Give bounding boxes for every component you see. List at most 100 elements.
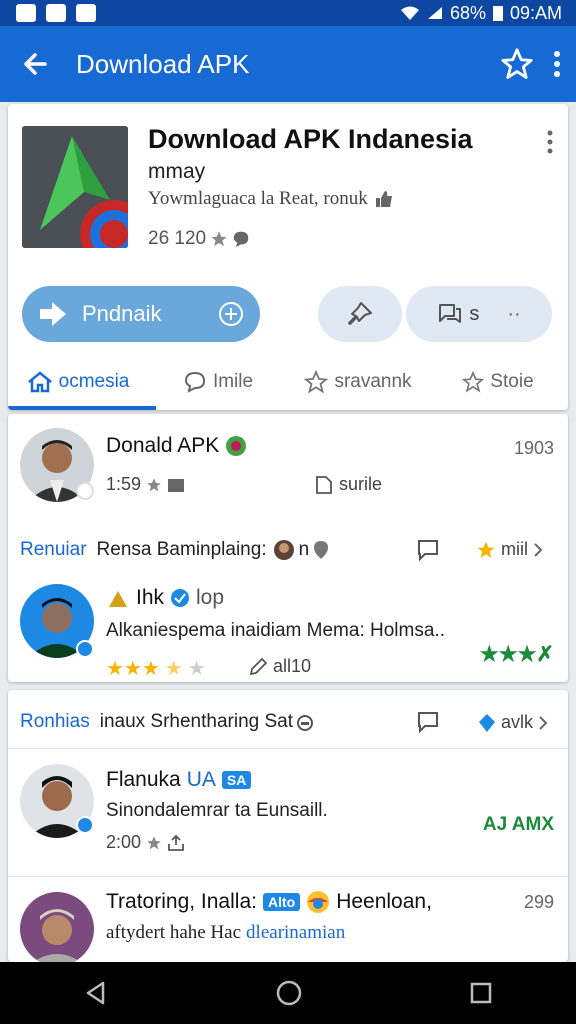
feed-card: Donald APK 1903 1:59 surile Renuiar Rens… (8, 414, 568, 682)
tab-store[interactable]: Stoie (428, 354, 568, 410)
divider (8, 748, 568, 749)
row-tag: lop (196, 586, 225, 609)
tab-home[interactable]: ocmesia (8, 354, 148, 410)
battery-icon (492, 6, 503, 21)
emoji-icon (226, 436, 247, 456)
app-bar-title: Download APK (76, 48, 250, 79)
app-name: Download APK Indanesia (148, 124, 473, 154)
image-icon (168, 478, 185, 492)
wifi-icon (400, 6, 419, 20)
chevron-right-icon (534, 542, 543, 557)
tab-reviews-label: sravannk (334, 371, 412, 392)
row-title: Donald APK (106, 434, 220, 457)
notification-icon (16, 4, 36, 22)
dots-icon: ·· (507, 302, 521, 325)
list-item[interactable]: Tratoring, Inalla: Alto Heenloan, 299 af… (8, 878, 568, 962)
row-badge: Alto (262, 893, 301, 911)
upload-icon (168, 834, 184, 851)
avatar (20, 892, 94, 962)
row-title: Flanuka (106, 768, 181, 791)
list-item[interactable]: Ihk lop Alkaniespema inaidiam Mema: Holm… (8, 576, 568, 682)
comment-icon[interactable] (416, 710, 440, 734)
section-link[interactable]: Ronhias (20, 711, 90, 733)
install-button[interactable]: Pndnaik (22, 286, 260, 342)
arrow-right-icon (40, 302, 66, 326)
row-title: Ihk (136, 586, 165, 609)
section-text: Rensa Baminplaing: (96, 539, 267, 560)
section-right-label: miil (501, 539, 528, 559)
more-vert-icon[interactable] (546, 130, 554, 154)
tab-store-label: Stoie (490, 371, 534, 392)
tab-indicator (8, 406, 156, 410)
location-icon (314, 541, 329, 559)
section-link[interactable]: Renuiar (20, 539, 87, 561)
emoji-icon (109, 591, 127, 607)
add-circle-icon (219, 302, 243, 326)
row-title-suffix: Heenloan, (336, 890, 432, 913)
arrow-left-icon (24, 53, 47, 75)
edit-icon (249, 657, 268, 675)
rating-stars: ★★★ ★ ★ (106, 658, 206, 680)
back-button[interactable] (0, 26, 70, 102)
star-outline-icon (462, 371, 485, 393)
section-right-label: avlk (501, 712, 534, 732)
home-nav-icon[interactable] (275, 979, 303, 1007)
divider (8, 876, 568, 877)
row-time: 1:59 (106, 474, 142, 494)
more-vert-icon[interactable] (552, 50, 562, 78)
row-text: Sinondalemrar ta Eunsaill. (106, 800, 328, 821)
tab-comments[interactable]: Imile (148, 354, 288, 410)
shield-icon (479, 713, 495, 732)
tab-bar: ocmesia Imile sravannk Stoie (8, 354, 568, 410)
star-icon (147, 477, 161, 491)
navigation-bar (0, 962, 576, 1024)
pin-icon (348, 302, 372, 325)
row-count: 1903 (513, 438, 554, 458)
row-text: aftydert hahe Hac (106, 922, 242, 943)
row-count: 299 (523, 892, 554, 912)
app-rating: 26 120 (148, 228, 207, 249)
comment-outline-icon (184, 371, 205, 393)
list-item[interactable]: Donald APK 1903 1:59 surile (8, 414, 568, 514)
row-title: Tratoring, Inalla: (106, 890, 257, 913)
notification-icon (76, 4, 96, 22)
thumbs-up-icon (375, 191, 392, 207)
rating-stars-green: ★★★✗ (479, 643, 554, 666)
back-nav-icon[interactable] (83, 980, 109, 1006)
app-bar: Download APK (0, 26, 576, 102)
home-icon (27, 371, 52, 393)
section-right[interactable]: avlk (478, 712, 548, 733)
row-action: all10 (273, 656, 312, 676)
share-button[interactable]: s ·· (406, 286, 552, 342)
app-developer[interactable]: mmay (148, 160, 205, 184)
row-text-link[interactable]: dlearinamian (246, 922, 345, 944)
battery-percent: 68% (449, 2, 486, 23)
row-sub-label: surile (339, 474, 383, 494)
app-icon (22, 126, 128, 248)
row-text: Alkaniespema inaidiam Mema: Holmsa.. (106, 620, 445, 641)
comment-icon[interactable] (416, 538, 440, 562)
tab-comments-label: Imile (212, 371, 254, 392)
verified-badge (76, 816, 94, 834)
verified-icon (171, 589, 190, 607)
document-icon (316, 475, 332, 494)
star-icon (211, 231, 227, 247)
comment-icon (233, 231, 249, 248)
status-time: 09:AM (509, 2, 562, 23)
list-item[interactable]: Flanuka UA SA Sinondalemrar ta Eunsaill.… (8, 754, 568, 874)
emoji-icon (307, 891, 330, 913)
tab-reviews[interactable]: sravannk (288, 354, 428, 410)
row-badge: SA (221, 771, 252, 789)
chat-icon (439, 304, 462, 323)
status-bar: 68% 09:AM (0, 0, 576, 26)
share-label: s (469, 302, 480, 325)
notification-icons (16, 4, 96, 22)
recents-nav-icon[interactable] (469, 981, 493, 1005)
lock-icon (297, 715, 314, 731)
notification-icon (46, 4, 66, 22)
star-outline-icon[interactable] (500, 47, 534, 81)
section-right[interactable]: miil (476, 539, 543, 560)
tab-home-label: ocmesia (58, 371, 130, 392)
pin-button[interactable] (318, 286, 402, 342)
avatar-icon (273, 540, 294, 560)
